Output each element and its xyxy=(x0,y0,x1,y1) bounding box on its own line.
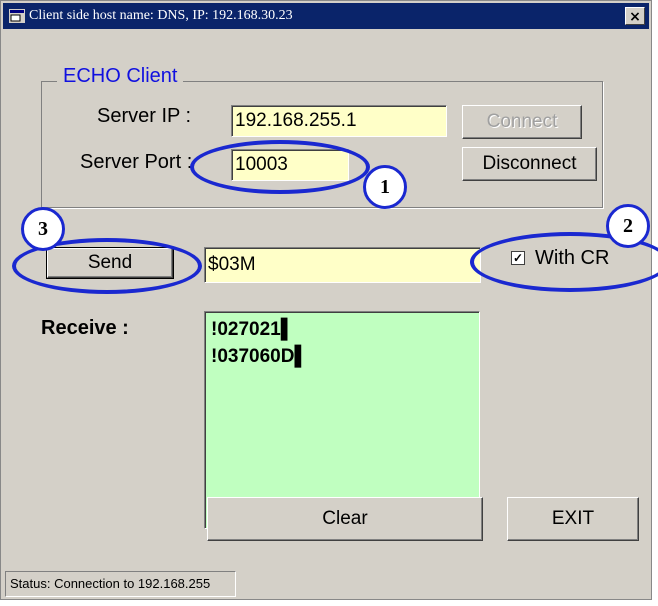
annotation-badge-1: 1 xyxy=(363,165,407,209)
command-input[interactable]: $03M xyxy=(204,247,481,283)
server-port-label: Server Port : xyxy=(80,151,193,173)
server-ip-input[interactable]: 192.168.255.1 xyxy=(231,105,447,137)
status-bar: Status: Connection to 192.168.255 xyxy=(5,571,236,597)
close-button[interactable]: × xyxy=(625,7,645,25)
annotation-badge-3: 3 xyxy=(21,207,65,251)
echo-client-window: Client side host name: DNS, IP: 192.168.… xyxy=(0,0,652,600)
clear-button[interactable]: Clear xyxy=(207,497,483,541)
annotation-ellipse-1 xyxy=(190,140,370,194)
exit-button[interactable]: EXIT xyxy=(507,497,639,541)
annotation-badge-2: 2 xyxy=(606,204,650,248)
receive-line: !027021▌ xyxy=(211,319,295,340)
window-title: Client side host name: DNS, IP: 192.168.… xyxy=(29,8,293,23)
server-ip-label: Server IP : xyxy=(97,105,192,127)
disconnect-button[interactable]: Disconnect xyxy=(462,147,597,181)
title-bar[interactable]: Client side host name: DNS, IP: 192.168.… xyxy=(3,3,649,29)
receive-line: !037060D▌ xyxy=(211,346,308,367)
group-title: ECHO Client xyxy=(57,65,184,88)
app-icon xyxy=(9,9,25,23)
connect-button[interactable]: Connect xyxy=(462,105,582,139)
receive-label: Receive : xyxy=(41,317,129,339)
